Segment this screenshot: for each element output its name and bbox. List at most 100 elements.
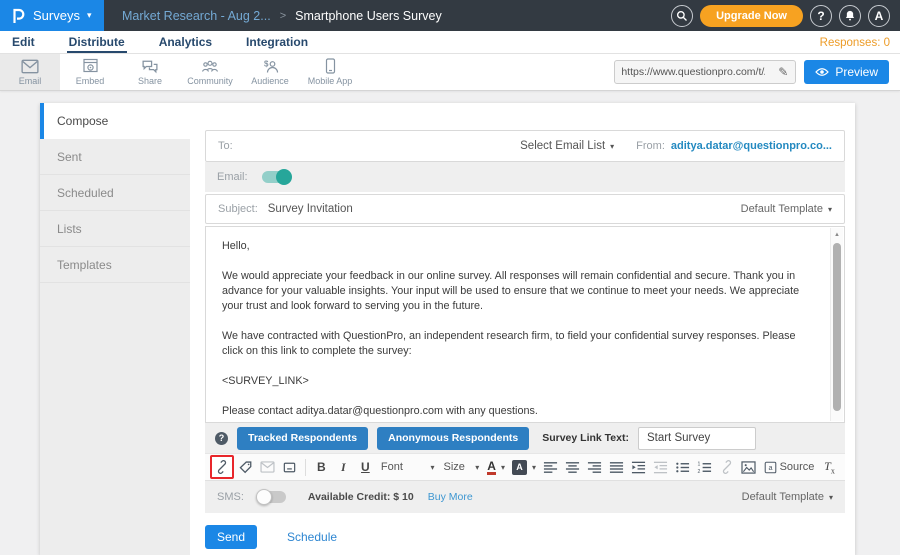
- tab-analytics[interactable]: Analytics: [157, 33, 214, 53]
- email-body-editor[interactable]: Hello, We would appreciate your feedback…: [205, 226, 845, 423]
- select-email-list-dropdown[interactable]: Select Email List▾: [520, 140, 614, 152]
- outdent-button[interactable]: [650, 456, 671, 478]
- method-label: Mobile App: [308, 76, 353, 86]
- method-audience[interactable]: $ Audience: [240, 54, 300, 90]
- sharebar-right: ✎ Preview: [614, 54, 900, 90]
- svg-text:$: $: [264, 59, 269, 68]
- indent-button[interactable]: [628, 456, 649, 478]
- tab-distribute[interactable]: Distribute: [67, 33, 127, 53]
- svg-text:2: 2: [697, 469, 700, 475]
- scrollbar-thumb[interactable]: [833, 243, 841, 411]
- merge-tag-button[interactable]: [235, 456, 256, 478]
- sidebar-item-lists[interactable]: Lists: [40, 211, 190, 247]
- account-avatar[interactable]: A: [868, 5, 890, 27]
- hyperlink-button[interactable]: [716, 456, 737, 478]
- bullet-list-button[interactable]: [672, 456, 693, 478]
- to-row: To: Select Email List▾ From: aditya.data…: [205, 130, 845, 162]
- button-widget-button[interactable]: [279, 456, 300, 478]
- background-color-dropdown[interactable]: A ▾: [509, 460, 539, 475]
- italic-button[interactable]: I: [333, 456, 354, 478]
- send-button[interactable]: Send: [205, 525, 257, 549]
- survey-link-text-input[interactable]: [638, 427, 756, 450]
- underline-button[interactable]: U: [355, 456, 376, 478]
- scroll-up-arrow[interactable]: ▲: [831, 228, 843, 241]
- button-icon: [282, 460, 297, 475]
- upgrade-now-button[interactable]: Upgrade Now: [700, 5, 803, 27]
- size-dropdown-label: Size: [444, 461, 465, 473]
- breadcrumb-folder[interactable]: Market Research - Aug 2...: [122, 9, 271, 23]
- background-color-icon: A: [512, 460, 527, 475]
- anonymous-respondents-button[interactable]: Anonymous Respondents: [377, 427, 529, 450]
- email-template-value: Default Template: [741, 203, 823, 215]
- insert-survey-link-button[interactable]: [210, 455, 234, 479]
- sidebar-item-scheduled[interactable]: Scheduled: [40, 175, 190, 211]
- survey-nav: Edit Distribute Analytics Integration Re…: [0, 31, 900, 54]
- method-email[interactable]: Email: [0, 54, 60, 90]
- text-color-dropdown[interactable]: A ▾: [484, 460, 508, 475]
- method-label: Audience: [251, 76, 289, 86]
- respondents-row: ? Tracked Respondents Anonymous Responde…: [205, 423, 845, 453]
- method-label: Share: [138, 76, 162, 86]
- sidebar-item-sent[interactable]: Sent: [40, 139, 190, 175]
- tab-edit[interactable]: Edit: [10, 33, 37, 53]
- chevron-down-icon: ▾: [532, 463, 536, 472]
- surveys-menu[interactable]: Surveys ▾: [0, 0, 104, 31]
- distribute-toolbar: Email Embed Share Co: [0, 54, 900, 91]
- sidebar-item-compose[interactable]: Compose: [40, 103, 190, 139]
- from-email-link[interactable]: aditya.datar@questionpro.co...: [671, 140, 832, 152]
- help-button[interactable]: ?: [810, 5, 832, 27]
- align-left-icon: [543, 460, 558, 475]
- community-icon: [201, 59, 219, 74]
- search-icon: [676, 10, 688, 22]
- source-button[interactable]: a Source: [760, 456, 818, 478]
- method-embed[interactable]: Embed: [60, 54, 120, 90]
- editor-scrollbar[interactable]: ▲: [830, 228, 843, 421]
- schedule-link[interactable]: Schedule: [287, 530, 337, 544]
- font-dropdown[interactable]: Font ▾: [377, 461, 439, 473]
- align-justify-button[interactable]: [606, 456, 627, 478]
- product-name: Surveys: [33, 8, 80, 23]
- tab-integration[interactable]: Integration: [244, 33, 310, 53]
- method-label: Community: [187, 76, 233, 86]
- remove-format-button[interactable]: Tx: [819, 456, 840, 478]
- email-template-button[interactable]: [257, 456, 278, 478]
- email-toggle[interactable]: [262, 171, 290, 183]
- align-justify-icon: [609, 460, 624, 475]
- numbered-list-button[interactable]: 12: [694, 456, 715, 478]
- bold-button[interactable]: B: [311, 456, 332, 478]
- method-share[interactable]: Share: [120, 54, 180, 90]
- notifications-button[interactable]: [839, 5, 861, 27]
- responses-count[interactable]: Responses: 0: [820, 37, 890, 53]
- search-button[interactable]: [671, 5, 693, 27]
- method-mobile-app[interactable]: Mobile App: [300, 54, 360, 90]
- buy-more-link[interactable]: Buy More: [428, 491, 473, 503]
- eye-icon: [815, 67, 829, 77]
- respondents-help-icon[interactable]: ?: [215, 432, 228, 445]
- tracked-respondents-button[interactable]: Tracked Respondents: [237, 427, 368, 450]
- font-dropdown-label: Font: [381, 461, 403, 473]
- survey-url-input[interactable]: [615, 66, 771, 78]
- edit-url-icon[interactable]: ✎: [771, 65, 795, 79]
- email-toggle-row: Email:: [205, 162, 845, 192]
- email-toggle-label: Email:: [217, 171, 248, 183]
- method-label: Email: [19, 76, 42, 86]
- tag-icon: [238, 460, 253, 475]
- preview-button[interactable]: Preview: [804, 60, 889, 84]
- align-center-button[interactable]: [562, 456, 583, 478]
- chevron-down-icon: ▾: [828, 205, 832, 214]
- toolbar-separator: [305, 459, 306, 476]
- breadcrumb-survey-name: Smartphone Users Survey: [295, 9, 442, 23]
- select-email-list-label: Select Email List: [520, 140, 605, 152]
- subject-value[interactable]: Survey Invitation: [268, 203, 353, 215]
- align-right-button[interactable]: [584, 456, 605, 478]
- insert-image-button[interactable]: [738, 456, 759, 478]
- sms-template-dropdown[interactable]: Default Template▾: [742, 491, 833, 503]
- outdent-icon: [653, 460, 668, 475]
- sms-toggle[interactable]: [258, 491, 286, 503]
- breadcrumb-separator: >: [280, 10, 286, 22]
- method-community[interactable]: Community: [180, 54, 240, 90]
- size-dropdown[interactable]: Size ▾: [440, 461, 484, 473]
- sidebar-item-templates[interactable]: Templates: [40, 247, 190, 283]
- align-left-button[interactable]: [540, 456, 561, 478]
- email-template-dropdown[interactable]: Default Template ▾: [741, 203, 832, 215]
